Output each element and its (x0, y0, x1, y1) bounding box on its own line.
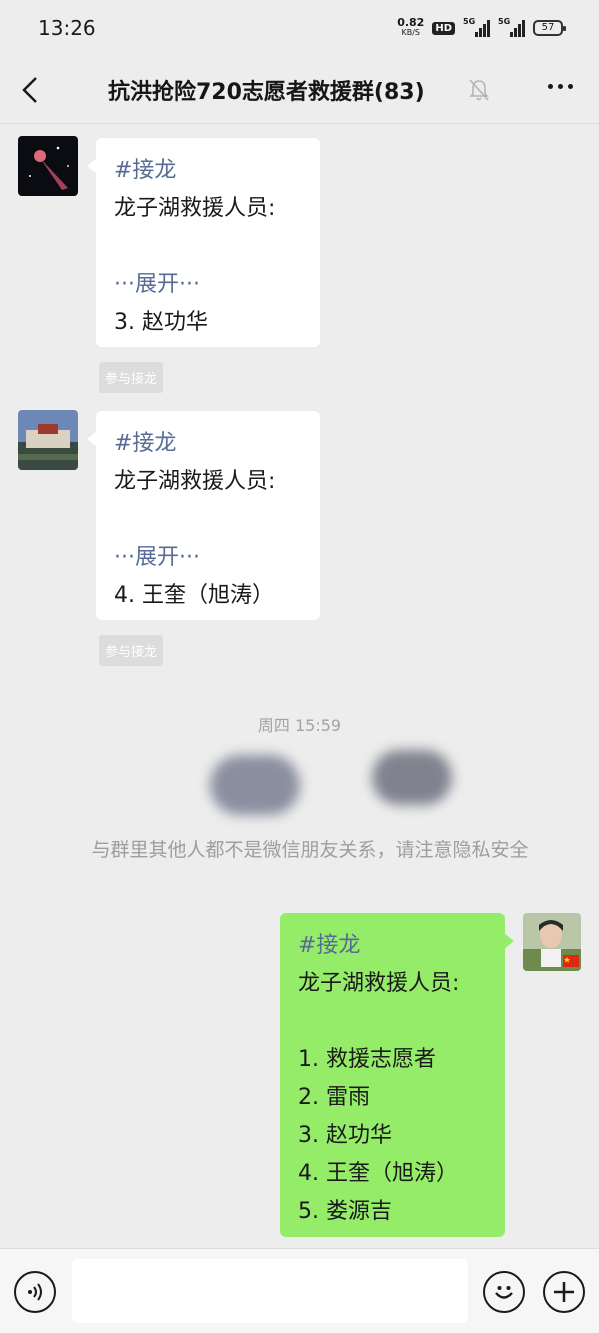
more-options-button[interactable] (548, 84, 573, 89)
emoji-icon (495, 1286, 513, 1299)
status-icons: 0.82 KB/S HD 5G 5G 57 (397, 16, 566, 38)
avatar-image (523, 913, 581, 971)
my-avatar[interactable] (523, 913, 581, 971)
message-bubble[interactable]: #接龙 龙子湖救援人员: ···展开··· 4. 王奎（旭涛） (87, 411, 320, 620)
avatar[interactable] (18, 410, 78, 470)
hd-icon: HD (432, 21, 455, 35)
back-button[interactable] (0, 56, 60, 124)
message-input[interactable] (72, 1259, 468, 1323)
expand-link[interactable]: ···展开··· (114, 266, 302, 304)
chain-item: 3. 赵功华 (298, 1123, 392, 1148)
dot-icon (568, 84, 573, 89)
chain-item: 5. 娄源吉 (298, 1199, 392, 1224)
chain-item: 4. 王奎（旭涛） (298, 1161, 458, 1186)
voice-icon (28, 1283, 42, 1301)
message-heading: 龙子湖救援人员: (114, 196, 276, 221)
status-bar: 13:26 0.82 KB/S HD 5G 5G 57 (0, 0, 599, 56)
my-message-bubble[interactable]: #接龙 龙子湖救援人员: 1. 救援志愿者 2. 雷雨 3. 赵功华 4. 王奎… (280, 913, 514, 1237)
dot-icon (558, 84, 563, 89)
chain-item: 1. 救援志愿者 (298, 1047, 436, 1072)
input-bar (0, 1248, 599, 1333)
chain-item: 2. 雷雨 (298, 1085, 370, 1110)
dot-icon (548, 84, 553, 89)
mute-bell-icon (469, 79, 489, 101)
message-bubble[interactable]: #接龙 龙子湖救援人员: ···展开··· 3. 赵功华 (87, 138, 320, 347)
battery-icon: 57 (533, 20, 566, 36)
plus-icon (554, 1282, 574, 1302)
signal-icon: 5G (463, 17, 490, 37)
network-speed: 0.82 KB/S (397, 16, 425, 37)
expand-link[interactable]: ···展开··· (114, 539, 302, 577)
voice-button[interactable] (14, 1271, 56, 1313)
privacy-notice: 与群里其他人都不是微信朋友关系，请注意隐私安全 (91, 839, 529, 861)
join-chain-button[interactable]: 参与接龙 (99, 635, 164, 666)
message-tag: #接龙 (114, 431, 177, 456)
group-title: 抗洪抢险720志愿者救援群(83) (108, 79, 425, 105)
message-tag: #接龙 (298, 933, 361, 958)
signal-icon: 5G (498, 17, 525, 37)
message-heading: 龙子湖救援人员: (114, 469, 276, 494)
avatar-image (18, 410, 78, 470)
chevron-left-icon (22, 76, 37, 103)
emoji-button[interactable] (483, 1271, 525, 1313)
chat-header: 抗洪抢险720志愿者救援群(83) (0, 56, 599, 124)
more-functions-button[interactable] (543, 1271, 585, 1313)
join-chain-button[interactable]: 参与接龙 (99, 362, 164, 393)
redacted-name-blur (372, 750, 452, 805)
message-entry: 3. 赵功华 (114, 310, 208, 335)
avatar[interactable] (18, 136, 78, 196)
message-tag: #接龙 (114, 158, 177, 183)
message-heading: 龙子湖救援人员: (298, 971, 460, 996)
status-time: 13:26 (38, 16, 96, 40)
avatar-image (18, 136, 78, 196)
redacted-name-blur (210, 755, 300, 815)
time-separator: 周四 15:59 (257, 716, 342, 735)
message-entry: 4. 王奎（旭涛） (114, 583, 274, 608)
